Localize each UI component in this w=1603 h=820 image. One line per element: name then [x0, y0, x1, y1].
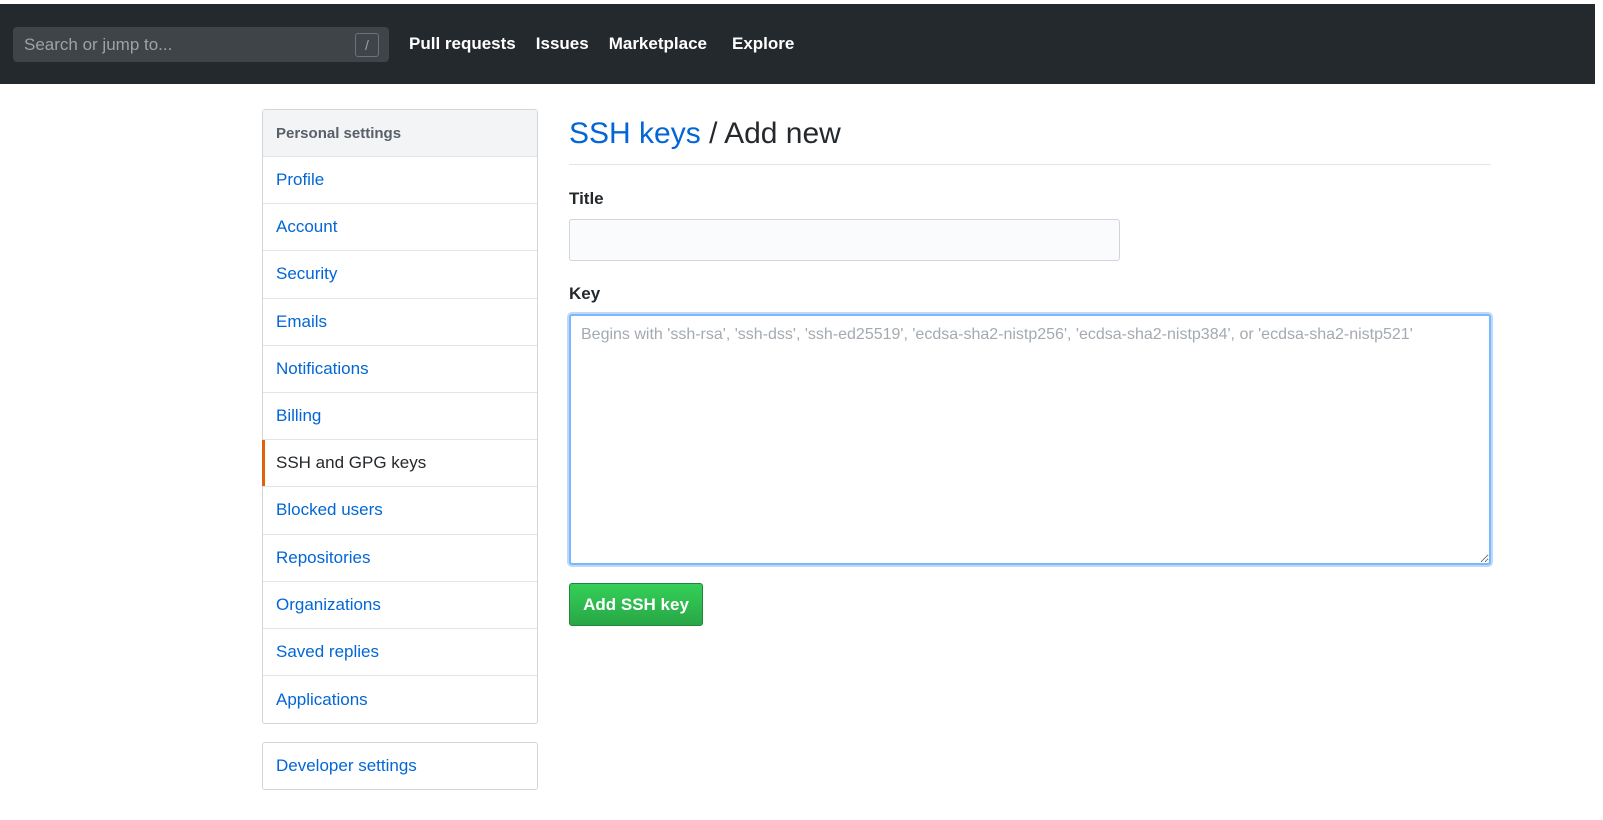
- search-shortcut-key: /: [355, 32, 379, 57]
- sidebar-item-repositories[interactable]: Repositories: [263, 535, 537, 582]
- sidebar-item-security[interactable]: Security: [263, 251, 537, 299]
- key-textarea[interactable]: [569, 314, 1491, 565]
- sidebar-item-account[interactable]: Account: [263, 204, 537, 252]
- global-nav: Pull requests Issues Marketplace Explore: [409, 4, 814, 84]
- title-input[interactable]: [569, 219, 1120, 261]
- nav-explore[interactable]: Explore: [732, 34, 794, 54]
- title-label: Title: [569, 189, 604, 208]
- sidebar-item-blocked-users[interactable]: Blocked users: [263, 487, 537, 535]
- sidebar-item-profile[interactable]: Profile: [263, 157, 537, 205]
- key-label: Key: [569, 284, 601, 303]
- sidebar-item-billing[interactable]: Billing: [263, 393, 537, 441]
- top-navigation-bar: / Pull requests Issues Marketplace Explo…: [0, 4, 1603, 84]
- nav-issues[interactable]: Issues: [536, 34, 589, 54]
- main-content: SSH keys / Add new Title Key Add SSH key: [569, 109, 1491, 626]
- sidebar-header: Personal settings: [263, 110, 537, 157]
- sidebar-item-ssh-gpg-keys[interactable]: SSH and GPG keys: [262, 440, 537, 488]
- nav-pull-requests[interactable]: Pull requests: [409, 34, 516, 54]
- sidebar-item-applications[interactable]: Applications: [263, 676, 537, 723]
- search-input[interactable]: [13, 27, 355, 62]
- nav-marketplace[interactable]: Marketplace: [609, 34, 707, 54]
- sidebar-item-emails[interactable]: Emails: [263, 299, 537, 346]
- page-title: SSH keys / Add new: [569, 109, 1491, 165]
- sidebar-item-developer-settings[interactable]: Developer settings: [262, 742, 538, 790]
- page-subtitle: Add new: [724, 117, 841, 150]
- sidebar-item-organizations[interactable]: Organizations: [263, 582, 537, 629]
- settings-sidebar: Personal settings Profile Account Securi…: [262, 109, 538, 725]
- breadcrumb-ssh-keys[interactable]: SSH keys: [569, 117, 701, 150]
- search-box[interactable]: /: [13, 27, 389, 62]
- sidebar-item-notifications[interactable]: Notifications: [263, 346, 537, 393]
- breadcrumb-separator: /: [709, 117, 718, 150]
- add-ssh-key-button[interactable]: Add SSH key: [569, 583, 703, 626]
- sidebar-item-saved-replies[interactable]: Saved replies: [263, 629, 537, 677]
